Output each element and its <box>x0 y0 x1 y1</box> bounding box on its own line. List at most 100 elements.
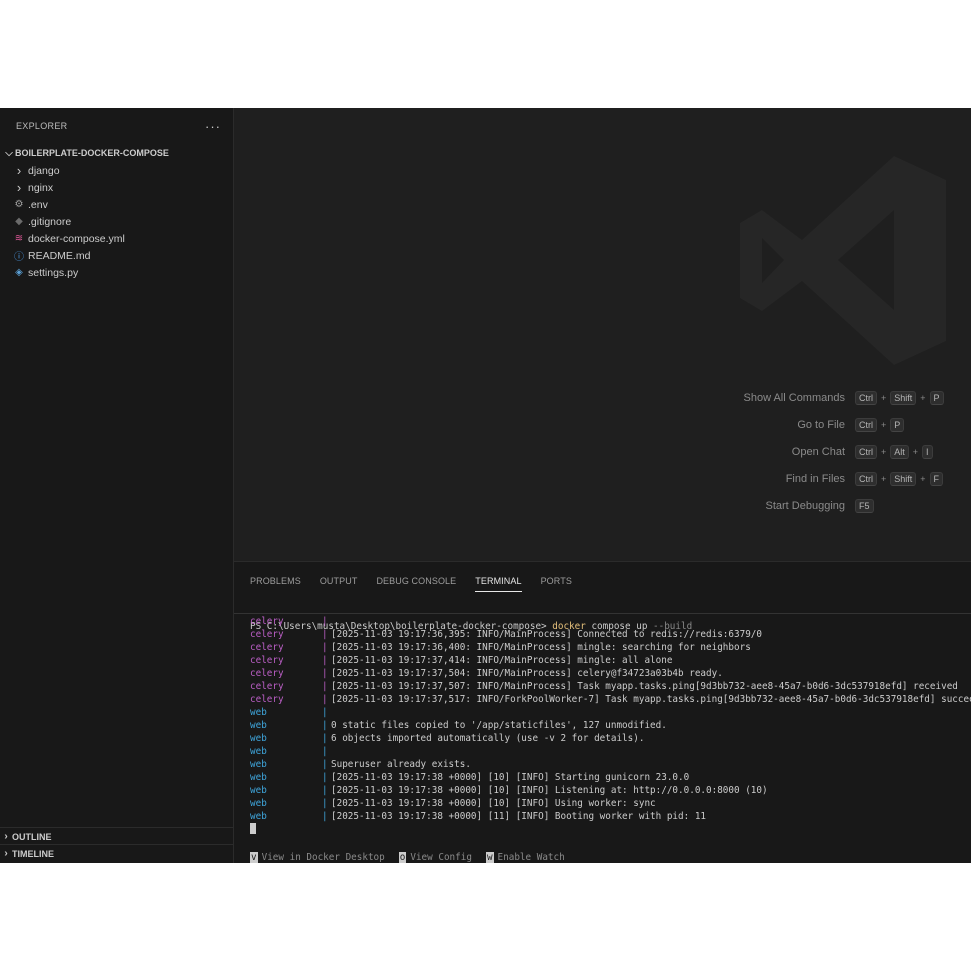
log-line: web | 6 objects imported automatically (us… <box>250 732 971 745</box>
log-text: [2025-11-03 19:17:36,400: INFO/MainProce… <box>331 642 751 653</box>
key-cap: Ctrl <box>855 444 877 459</box>
shortcut-label: Show All Commands <box>743 391 846 404</box>
service-separator: | <box>322 681 328 692</box>
tree-item-label: .env <box>28 198 48 211</box>
key-cap: F <box>929 471 944 486</box>
log-text: [2025-11-03 19:17:37,507: INFO/MainProce… <box>331 681 958 692</box>
hint-label: View Config <box>410 852 472 863</box>
service-separator: | <box>322 629 328 640</box>
hint-label: View in Docker Desktop <box>261 852 385 863</box>
service-name: web <box>250 785 267 796</box>
workspace-root-label: BOILERPLATE-DOCKER-COMPOSE <box>15 148 169 158</box>
terminal-separator <box>234 613 971 614</box>
service-name: web <box>250 733 267 744</box>
tree-item-nginx[interactable]: › nginx <box>0 179 233 196</box>
chevron-right-icon: › <box>16 180 22 195</box>
service-name: celery <box>250 629 284 640</box>
service-separator: | <box>322 707 328 718</box>
log-line: web | <box>250 706 971 719</box>
hint-key: o <box>398 852 407 863</box>
tree-item-label: django <box>28 164 60 177</box>
more-actions-icon[interactable]: ··· <box>205 119 221 134</box>
diamond-icon: ◆ <box>15 216 23 227</box>
log-text: [2025-11-03 19:17:37,517: INFO/ForkPoolW… <box>331 694 971 705</box>
service-separator: | <box>322 655 328 666</box>
hint-enable-watch[interactable]: w Enable Watch <box>485 852 565 863</box>
tree-item-env[interactable]: ⚙ .env <box>0 196 233 213</box>
tree-item-label: docker-compose.yml <box>28 232 125 245</box>
hint-view-in-docker-desktop[interactable]: v View in Docker Desktop <box>250 852 385 863</box>
shortcut-row[interactable]: Find in Files Ctrl + Shift + F <box>744 465 944 492</box>
log-line: web | <box>250 745 971 758</box>
log-text: [2025-11-03 19:17:38 +0000] [10] [INFO] … <box>331 785 768 796</box>
tree-item-gitignore[interactable]: ◆ .gitignore <box>0 213 233 230</box>
log-text: [2025-11-03 19:17:38 +0000] [10] [INFO] … <box>331 798 656 809</box>
shortcut-label: Find in Files <box>785 472 845 485</box>
service-separator: | <box>322 746 328 757</box>
service-separator: | <box>322 798 328 809</box>
explorer-title: EXPLORER <box>16 121 68 131</box>
terminal-log: celery | celery | [2025-11-03 19:17:36,395: … <box>250 615 971 836</box>
tree-item-label: .gitignore <box>28 215 72 228</box>
tree-item-docker-compose-yml[interactable]: ≋ docker-compose.yml <box>0 230 233 247</box>
chevron-right-icon: › <box>16 163 22 178</box>
log-text: 0 static files copied to '/app/staticfil… <box>331 720 667 731</box>
key-cap: P <box>929 390 944 405</box>
timeline-section[interactable]: › TIMELINE <box>0 844 233 862</box>
keybinding: F5 <box>855 498 935 513</box>
tree-item-settings-py[interactable]: ◈ settings.py <box>0 264 233 281</box>
service-name: web <box>250 720 267 731</box>
terminal-cursor <box>250 823 256 834</box>
tab-ports[interactable]: PORTS <box>541 576 572 592</box>
tab-debug-console[interactable]: DEBUG CONSOLE <box>376 576 456 592</box>
key-cap: Ctrl <box>855 417 877 432</box>
outline-section[interactable]: › OUTLINE <box>0 827 233 845</box>
service-separator: | <box>322 720 328 731</box>
vscode-watermark-icon <box>740 156 946 365</box>
key-cap: F5 <box>855 498 874 513</box>
tree-item-django[interactable]: › django <box>0 162 233 179</box>
log-line: celery | [2025-11-03 19:17:36,400: INFO/Ma… <box>250 641 971 654</box>
service-separator: | <box>322 772 328 783</box>
keybinding: Ctrl + Alt + I <box>855 444 935 459</box>
service-name: celery <box>250 655 284 666</box>
shortcut-row[interactable]: Show All Commands Ctrl + Shift + P <box>743 384 944 411</box>
service-separator: | <box>322 785 328 796</box>
shortcut-row[interactable]: Start Debugging F5 <box>744 492 936 519</box>
log-line: celery | [2025-11-03 19:17:36,395: INFO/Ma… <box>250 628 971 641</box>
service-name: web <box>250 746 267 757</box>
service-separator: | <box>322 733 328 744</box>
log-line: web | [2025-11-03 19:17:38 +0000] [10] [IN… <box>250 771 971 784</box>
editor-area: Show All Commands Ctrl + Shift + P Go to File C… <box>234 108 971 561</box>
service-name: celery <box>250 668 284 679</box>
log-text: [2025-11-03 19:17:37,414: INFO/MainProce… <box>331 655 673 666</box>
shortcut-row[interactable]: Open Chat Ctrl + Alt + I <box>744 438 936 465</box>
shortcut-row[interactable]: Go to File Ctrl + P <box>744 411 936 438</box>
log-text: Superuser already exists. <box>331 759 471 770</box>
tab-output[interactable]: OUTPUT <box>320 576 358 592</box>
file-tree: › django › nginx ⚙ .env ◆ .gitignore ≋ docker-com… <box>0 162 233 281</box>
tree-item-readme-md[interactable]: ⓘ README.md <box>0 247 233 264</box>
hint-key: v <box>250 852 258 863</box>
compose-hints: v View in Docker Desktop o View Config w Enab… <box>250 852 579 863</box>
log-line: celery | [2025-11-03 19:17:37,414: INFO/Ma… <box>250 654 971 667</box>
plus-separator: + <box>912 446 919 457</box>
timeline-label: TIMELINE <box>12 848 54 859</box>
key-cap: P <box>890 417 905 432</box>
log-line: web | Superuser already exists. <box>250 758 971 771</box>
chevron-right-icon: › <box>4 831 8 842</box>
service-name: celery <box>250 694 284 705</box>
shortcut-label: Start Debugging <box>765 499 846 512</box>
plus-separator: + <box>881 419 887 430</box>
log-text: [2025-11-03 19:17:38 +0000] [10] [INFO] … <box>331 772 690 783</box>
key-cap: Alt <box>890 444 909 459</box>
tab-terminal[interactable]: TERMINAL <box>475 576 522 592</box>
terminal[interactable]: PS C:\Users\musta\Desktop\boilerplate-do… <box>234 598 971 834</box>
workspace-root[interactable]: ⌵ BOILERPLATE-DOCKER-COMPOSE <box>0 144 233 162</box>
key-cap: Shift <box>890 471 917 486</box>
chevron-right-icon: › <box>4 848 8 859</box>
service-name: web <box>250 811 267 822</box>
keybinding: Ctrl + Shift + F <box>855 471 944 486</box>
hint-view-config[interactable]: o View Config <box>398 852 472 863</box>
tab-problems[interactable]: PROBLEMS <box>250 576 301 592</box>
